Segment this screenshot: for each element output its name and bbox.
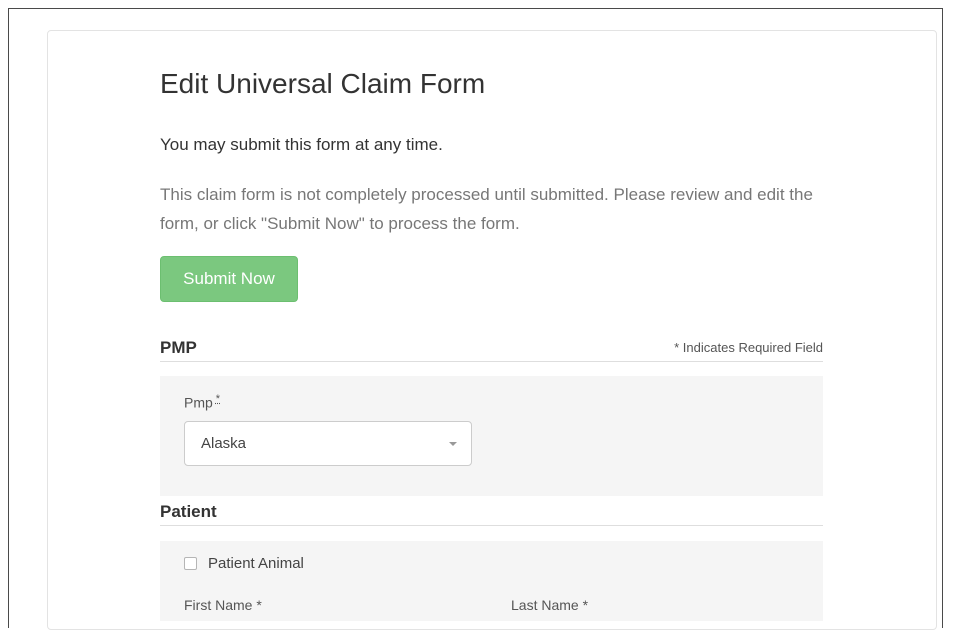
section-divider-pmp — [160, 361, 823, 362]
pmp-label-text: Pmp — [184, 394, 213, 411]
chevron-down-icon — [449, 442, 457, 446]
section-title-patient: Patient — [160, 502, 217, 521]
intro-text: You may submit this form at any time. — [160, 135, 443, 154]
last-name-label: Last Name * — [511, 597, 589, 613]
pmp-field-label: Pmp * — [184, 393, 220, 411]
description-text: This claim form is not completely proces… — [160, 185, 813, 233]
patient-animal-checkbox[interactable] — [184, 557, 197, 570]
patient-animal-label: Patient Animal — [208, 555, 304, 572]
submit-now-button[interactable]: Submit Now — [160, 256, 298, 302]
first-name-label: First Name * — [184, 597, 262, 613]
section-divider-patient — [160, 525, 823, 526]
required-marker: * — [215, 393, 221, 405]
section-title-pmp: PMP — [160, 338, 197, 357]
page-title: Edit Universal Claim Form — [160, 68, 486, 99]
form-card — [47, 30, 937, 630]
pmp-select-value: Alaska — [201, 435, 247, 452]
required-field-note: * Indicates Required Field — [674, 340, 823, 355]
pmp-select[interactable]: Alaska — [184, 421, 472, 466]
